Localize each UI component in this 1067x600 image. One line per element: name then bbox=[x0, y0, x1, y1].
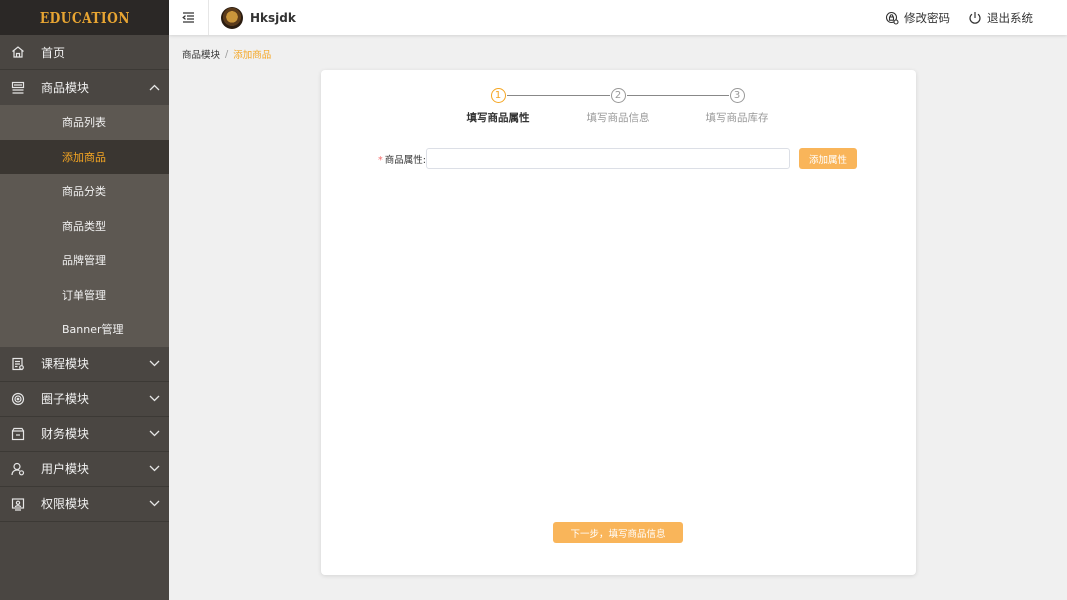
next-step-button[interactable]: 下一步，填写商品信息 bbox=[553, 522, 683, 543]
sidebar-item-goods[interactable]: 商品模块 bbox=[0, 70, 169, 105]
power-icon bbox=[968, 11, 982, 25]
attribute-input[interactable] bbox=[426, 148, 790, 169]
step-3: 3 填写商品库存 bbox=[687, 88, 787, 125]
chevron-down-icon bbox=[148, 393, 160, 405]
sidebar-item-label: 权限模块 bbox=[41, 497, 90, 511]
indent-icon bbox=[182, 8, 195, 27]
sidebar-subitem-brand[interactable]: 品牌管理 bbox=[0, 243, 169, 278]
chevron-down-icon bbox=[148, 463, 160, 475]
change-password-label: 修改密码 bbox=[904, 10, 950, 25]
sidebar-item-label: 课程模块 bbox=[41, 357, 90, 371]
sidebar-subitem-banner[interactable]: Banner管理 bbox=[0, 312, 169, 347]
chevron-up-icon bbox=[148, 82, 160, 94]
header-actions: 修改密码 退出系统 bbox=[867, 0, 1033, 35]
course-icon bbox=[10, 356, 26, 372]
finance-icon bbox=[10, 426, 26, 442]
goods-module-icon bbox=[10, 80, 26, 96]
logout-label: 退出系统 bbox=[987, 10, 1033, 25]
sidebar-item-permission[interactable]: 权限模块 bbox=[0, 487, 169, 522]
avatar[interactable] bbox=[221, 6, 243, 29]
step-label: 填写商品库存 bbox=[705, 112, 769, 124]
add-goods-card: 1 填写商品属性 2 填写商品信息 3 填写商品库存 * 商品属性: 添加属性 下… bbox=[321, 70, 916, 575]
attribute-label: * 商品属性: bbox=[374, 152, 426, 166]
sidebar: EDUCATION 首页 商品模块 商品列表 添加商品 商品分类 商品类型 品牌… bbox=[0, 0, 169, 600]
sidebar-item-course[interactable]: 课程模块 bbox=[0, 347, 169, 382]
sidebar-item-label: 圈子模块 bbox=[41, 392, 90, 406]
step-1: 1 填写商品属性 bbox=[448, 88, 548, 125]
circle-target-icon bbox=[10, 391, 26, 407]
step-number: 3 bbox=[729, 88, 745, 103]
username[interactable]: Hksjdk bbox=[250, 11, 296, 25]
sidebar-subitem-goods-category[interactable]: 商品分类 bbox=[0, 174, 169, 209]
home-icon bbox=[10, 44, 26, 60]
permission-icon bbox=[10, 496, 26, 512]
sidebar-item-finance[interactable]: 财务模块 bbox=[0, 417, 169, 452]
sidebar-item-label: 财务模块 bbox=[41, 427, 90, 441]
step-number: 2 bbox=[610, 88, 626, 103]
chevron-down-icon bbox=[148, 428, 160, 440]
step-label: 填写商品属性 bbox=[466, 112, 530, 124]
step-label: 填写商品信息 bbox=[586, 112, 650, 124]
step-number: 1 bbox=[490, 88, 506, 103]
add-attribute-button[interactable]: 添加属性 bbox=[799, 148, 857, 169]
user-settings-icon bbox=[10, 461, 26, 477]
chevron-down-icon bbox=[148, 358, 160, 370]
change-password-link[interactable]: 修改密码 bbox=[885, 10, 950, 26]
sidebar-item-home[interactable]: 首页 bbox=[0, 35, 169, 70]
sidebar-subitem-goods-list[interactable]: 商品列表 bbox=[0, 105, 169, 140]
sidebar-subitem-order[interactable]: 订单管理 bbox=[0, 278, 169, 313]
lock-key-icon bbox=[885, 11, 899, 25]
breadcrumb-current: 添加商品 bbox=[233, 50, 272, 61]
required-mark: * bbox=[378, 154, 383, 166]
collapse-sidebar-button[interactable] bbox=[169, 0, 209, 35]
app-logo[interactable]: EDUCATION bbox=[0, 0, 169, 35]
breadcrumb-separator: / bbox=[225, 48, 229, 60]
step-2: 2 填写商品信息 bbox=[568, 88, 668, 125]
sidebar-item-label: 用户模块 bbox=[41, 462, 90, 476]
sidebar-item-label: 首页 bbox=[41, 45, 66, 60]
attribute-form-row: * 商品属性: 添加属性 bbox=[374, 148, 857, 169]
logout-link[interactable]: 退出系统 bbox=[968, 10, 1033, 26]
goods-submenu: 商品列表 添加商品 商品分类 商品类型 品牌管理 订单管理 Banner管理 bbox=[0, 105, 169, 347]
sidebar-item-label: 商品模块 bbox=[41, 81, 90, 95]
breadcrumb: 商品模块 / 添加商品 bbox=[182, 47, 272, 62]
top-header: Hksjdk 修改密码 退出系统 bbox=[169, 0, 1067, 35]
breadcrumb-parent[interactable]: 商品模块 bbox=[182, 47, 220, 61]
sidebar-item-user[interactable]: 用户模块 bbox=[0, 452, 169, 487]
attribute-label-text: 商品属性: bbox=[384, 154, 426, 166]
sidebar-item-circle[interactable]: 圈子模块 bbox=[0, 382, 169, 417]
chevron-down-icon bbox=[148, 498, 160, 510]
sidebar-subitem-goods-type[interactable]: 商品类型 bbox=[0, 209, 169, 244]
sidebar-subitem-add-goods[interactable]: 添加商品 bbox=[0, 139, 169, 174]
logo-text: EDUCATION bbox=[39, 8, 130, 27]
